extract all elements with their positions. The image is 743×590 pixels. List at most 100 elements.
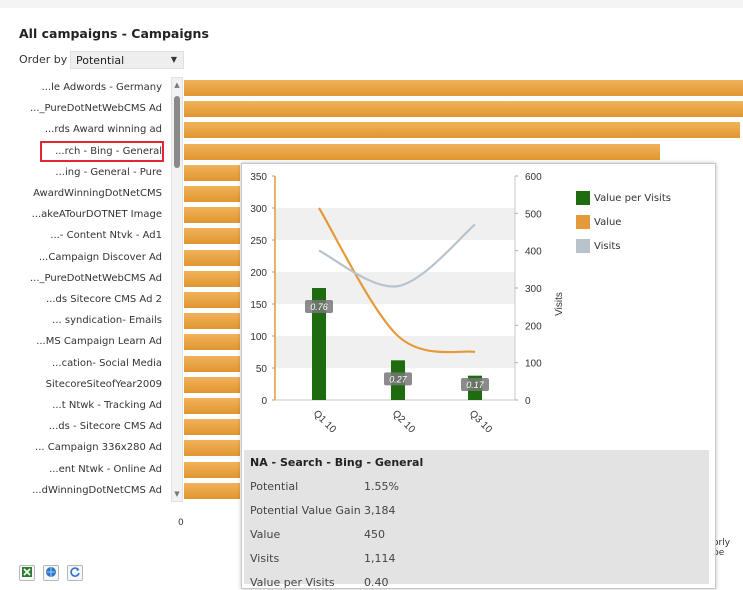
legend-value: Value [576, 215, 622, 229]
right-axis-title: Visits [554, 292, 565, 316]
category-label[interactable]: SitecoreSiteofYear2009 [0, 379, 162, 390]
bar-value-label: 0.27 [389, 374, 408, 384]
detail-value: 1,114 [364, 552, 396, 565]
x-tick-label: Q2 10 [390, 408, 417, 435]
category-label[interactable]: ... syndication- Emails [0, 315, 162, 326]
right-tick-label: 300 [525, 284, 542, 295]
left-tick-label: 300 [250, 204, 267, 215]
left-tick-label: 250 [250, 236, 267, 247]
potential-bar[interactable] [184, 164, 240, 181]
detail-value: 3,184 [364, 504, 396, 517]
category-label[interactable]: ...akeATourDOTNET Image [0, 209, 162, 220]
category-label[interactable]: ..._PureDotNetWebCMS Ad [0, 103, 162, 114]
category-label[interactable]: ...ing - General - Pure [0, 167, 162, 178]
potential-bar[interactable] [184, 419, 240, 436]
order-by-label: Order by [19, 53, 68, 66]
potential-bar[interactable] [184, 376, 240, 393]
left-tick-label: 350 [250, 172, 267, 183]
label-scrollbar[interactable]: ▲ ▼ [171, 77, 183, 502]
potential-bar[interactable] [184, 440, 240, 457]
toolbar-icons [19, 565, 86, 584]
left-tick-label: 150 [250, 300, 267, 311]
potential-bar[interactable] [184, 461, 240, 478]
order-by-select[interactable]: Potential ▼ [70, 51, 184, 69]
potential-bar[interactable] [184, 143, 661, 160]
globe-icon[interactable] [43, 565, 60, 581]
detail-key: Value [250, 528, 281, 541]
category-label[interactable]: ...ds - Sitecore CMS Ad [0, 421, 162, 432]
detail-value: 450 [364, 528, 385, 541]
potential-bar[interactable] [184, 80, 743, 96]
scroll-down-icon[interactable]: ▼ [172, 489, 182, 499]
right-tick-label: 200 [525, 321, 542, 332]
potential-bar[interactable] [184, 101, 743, 118]
potential-bar[interactable] [184, 482, 240, 499]
left-tick-label: 100 [250, 332, 267, 343]
category-label[interactable]: AwardWinningDotNetCMS [0, 188, 162, 199]
axis-zero-label: 0 [178, 518, 184, 528]
detail-key: Potential [250, 480, 299, 493]
right-tick-label: 100 [525, 359, 542, 370]
potential-bar[interactable] [184, 398, 240, 414]
refresh-icon[interactable] [67, 565, 84, 581]
detail-key: Potential Value Gain [250, 504, 361, 517]
potential-bar[interactable] [184, 228, 240, 245]
legend-visits: Visits [576, 239, 621, 253]
potential-bar[interactable] [184, 249, 240, 266]
grid-band [275, 208, 515, 240]
campaign-tooltip-popup: 0 50 100 150 200 250 300 350 0 100 200 300 400 500 600… [241, 163, 716, 589]
legend-label: Visits [594, 241, 621, 252]
order-by-value: Potential [76, 54, 125, 67]
right-tick-label: 500 [525, 209, 542, 220]
legend-value-per-visits: Value per Visits [576, 191, 671, 205]
category-label[interactable]: ...ent Ntwk - Online Ad [0, 464, 162, 475]
category-label[interactable]: ...ds Sitecore CMS Ad 2 [0, 294, 162, 305]
detail-key: Value per Visits [250, 576, 335, 589]
left-tick-label: 0 [261, 396, 267, 407]
legend-swatch [576, 215, 590, 229]
scroll-thumb[interactable] [174, 96, 180, 168]
campaign-name: NA - Search - Bing - General [250, 456, 424, 469]
category-label[interactable]: ..._PureDotNetWebCMS Ad [0, 273, 162, 284]
right-tick-label: 600 [525, 172, 542, 183]
legend-label: Value [594, 217, 622, 228]
chevron-down-icon: ▼ [170, 55, 177, 64]
potential-bar[interactable] [184, 207, 240, 224]
potential-bar[interactable] [184, 122, 741, 139]
right-tick-label: 0 [525, 396, 531, 407]
x-tick-label: Q1 10 [311, 408, 338, 435]
detail-key: Visits [250, 552, 280, 565]
right-tick-label: 400 [525, 247, 542, 258]
potential-bar[interactable] [184, 186, 240, 202]
potential-bar[interactable] [184, 270, 240, 287]
details-panel: NA - Search - Bing - General Potential 1… [244, 450, 709, 589]
potential-bar[interactable] [184, 355, 240, 372]
potential-bar[interactable] [184, 334, 240, 351]
legend-label: Value per Visits [594, 193, 671, 204]
category-label[interactable]: ...Campaign Discover Ad [0, 252, 162, 263]
potential-bar[interactable] [184, 313, 240, 330]
bar-value-label: 0.76 [310, 302, 328, 312]
quarter-chart: 0 50 100 150 200 250 300 350 0 100 200 300 400 500 600… [250, 172, 565, 436]
category-label[interactable]: ...rds Award winning ad [0, 124, 162, 135]
scroll-up-icon[interactable]: ▲ [172, 80, 182, 90]
left-tick-label: 50 [256, 364, 268, 375]
top-strip [0, 0, 743, 8]
bar-value-label: 0.17 [466, 380, 485, 390]
category-label[interactable]: ...t Ntwk - Tracking Ad [0, 400, 162, 411]
category-label[interactable]: ...dWinningDotNetCMS Ad [0, 485, 162, 496]
grid-band [275, 272, 515, 304]
detail-value: 1.55% [364, 480, 399, 493]
category-label[interactable]: ...- Content Ntvk - Ad1 [0, 230, 162, 241]
excel-export-icon[interactable] [19, 565, 35, 581]
category-label[interactable]: ... Campaign 336x280 Ad [0, 442, 162, 453]
detail-value: 0.40 [364, 576, 389, 589]
legend-swatch [576, 239, 590, 253]
category-label[interactable]: ...le Adwords - Germany [0, 82, 162, 93]
potential-bar[interactable] [184, 292, 240, 308]
category-label[interactable]: ...MS Campaign Learn Ad [0, 336, 162, 347]
background-text: orly pe [713, 538, 731, 558]
page-title: All campaigns - Campaigns [19, 26, 209, 41]
selected-category-highlight [40, 141, 164, 162]
category-label[interactable]: ...cation- Social Media [0, 358, 162, 369]
